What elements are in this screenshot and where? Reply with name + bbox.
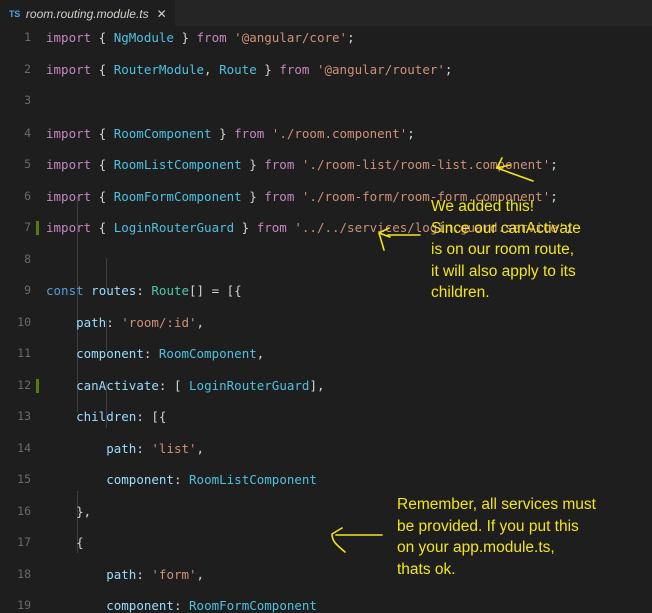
- line-number: 10: [17, 314, 31, 329]
- line-number: 7: [24, 220, 31, 234]
- annotation-canactivate-text: We added this! Since our canActivate is …: [431, 198, 581, 301]
- code-line: 15 component: RoomListComponent: [0, 472, 652, 488]
- typescript-file-icon: TS: [9, 8, 20, 19]
- line-content: children: [{: [76, 409, 167, 424]
- code-line: 4 import { RoomComponent } from './room.…: [0, 126, 652, 142]
- code-line: 13 children: [{: [0, 409, 652, 425]
- line-number: 16: [17, 503, 31, 518]
- line-number: 2: [24, 61, 31, 76]
- code-editor[interactable]: 1 import { NgModule } from '@angular/cor…: [0, 26, 652, 613]
- line-number: 11: [17, 346, 31, 360]
- line-content: {: [46, 535, 84, 550]
- line-content: component: RoomComponent,: [76, 346, 265, 361]
- line-content: import { RoomComponent } from './room.co…: [46, 125, 415, 141]
- annotation-providers-text: Remember, all services must be provided.…: [397, 496, 596, 578]
- code-line: 11 component: RoomComponent,: [0, 346, 652, 362]
- line-number: 17: [17, 535, 31, 549]
- line-content: import { RoomListComponent } from './roo…: [46, 157, 558, 172]
- line-number: 1: [24, 30, 31, 44]
- line-number: 12: [17, 377, 31, 392]
- line-content: import { RouterModule, Route } from '@an…: [46, 61, 453, 77]
- line-number: 5: [24, 157, 31, 171]
- code-line: 1 import { NgModule } from '@angular/cor…: [0, 30, 652, 46]
- line-content: },: [46, 503, 92, 519]
- code-line: 10 path: 'room/:id',: [0, 315, 652, 331]
- line-number: 6: [24, 188, 31, 203]
- tab-bar-empty-area: [174, 0, 652, 26]
- tab-filename-label: room.routing.module.ts: [25, 6, 149, 21]
- line-content: canActivate: [ LoginRouterGuard],: [76, 377, 325, 393]
- line-content: const routes: Route[] = [{: [46, 283, 242, 298]
- code-line: 3: [0, 93, 652, 109]
- code-line: 19 component: RoomFormComponent: [0, 598, 652, 613]
- line-content: import { NgModule } from '@angular/core'…: [46, 30, 355, 45]
- line-number: 4: [24, 125, 31, 140]
- vscode-window: TS room.routing.module.ts ✕ 1 import { N…: [0, 0, 652, 613]
- line-number: 3: [24, 93, 31, 107]
- code-line: 14 path: 'list',: [0, 441, 652, 457]
- gutter-change-marker-added: [36, 378, 39, 393]
- line-number: 9: [24, 283, 31, 297]
- editor-tab-bar: TS room.routing.module.ts ✕: [0, 0, 652, 26]
- close-icon[interactable]: ✕: [157, 8, 167, 20]
- line-content: path: 'room/:id',: [76, 314, 205, 330]
- line-content: component: RoomFormComponent: [106, 598, 317, 613]
- line-content: path: 'list',: [106, 440, 205, 456]
- line-content: path: 'form',: [106, 566, 205, 582]
- line-number: 15: [17, 472, 31, 486]
- code-line: 5 import { RoomListComponent } from './r…: [0, 157, 652, 173]
- code-line: 2 import { RouterModule, Route } from '@…: [0, 62, 652, 78]
- code-line: 12 canActivate: [ LoginRouterGuard],: [0, 378, 652, 394]
- line-number: 8: [24, 251, 31, 266]
- line-number: 14: [17, 440, 31, 455]
- editor-tab-room-routing-module[interactable]: TS room.routing.module.ts ✕: [0, 0, 175, 26]
- gutter-change-marker-added: [36, 221, 39, 235]
- line-content: component: RoomListComponent: [106, 472, 317, 487]
- line-number: 19: [17, 598, 31, 612]
- line-number: 18: [17, 566, 31, 581]
- line-number: 13: [17, 409, 31, 423]
